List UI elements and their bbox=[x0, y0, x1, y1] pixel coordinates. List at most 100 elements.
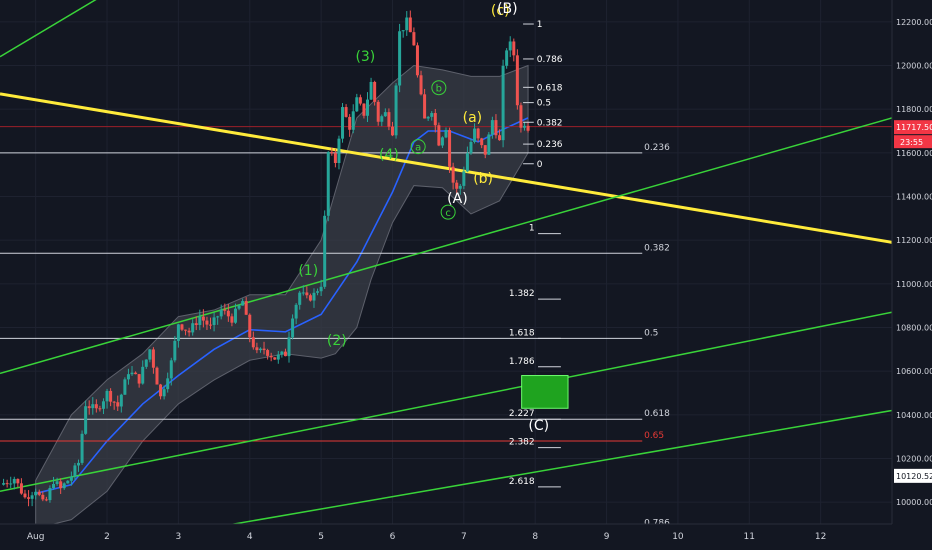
price-tick-label: 10000.00 bbox=[896, 498, 932, 507]
candle-body bbox=[144, 359, 148, 367]
candle-body bbox=[483, 145, 487, 155]
price-tick-label: 10800.00 bbox=[896, 324, 932, 333]
candle-body bbox=[298, 292, 302, 305]
price-tick-label: 11800.00 bbox=[896, 105, 932, 114]
secondary-price-label: 10120.52 bbox=[896, 472, 932, 481]
price-chart[interactable]: 0.2360.3820.50.6180.650.786 10.7860.6180… bbox=[0, 0, 932, 550]
time-tick-label: 5 bbox=[318, 532, 324, 542]
candle-body bbox=[301, 292, 305, 294]
candle-body bbox=[326, 152, 330, 216]
candle-body bbox=[305, 292, 309, 296]
wave-label: (2) bbox=[327, 333, 347, 349]
candle-body bbox=[12, 478, 16, 484]
candle-body bbox=[433, 113, 437, 126]
target-zone-rect[interactable] bbox=[521, 375, 569, 409]
fib-label: 0.382 bbox=[537, 118, 563, 128]
candle-body bbox=[316, 291, 320, 293]
candle-body bbox=[505, 50, 509, 66]
price-tick-label: 11400.00 bbox=[896, 193, 932, 202]
candle-body bbox=[419, 75, 423, 95]
candle-body bbox=[151, 349, 155, 368]
countdown-label: 23:55 bbox=[900, 138, 923, 147]
candle-body bbox=[401, 30, 405, 32]
candle-body bbox=[251, 337, 255, 348]
candle-body bbox=[187, 330, 191, 333]
candle-body bbox=[176, 324, 180, 341]
candle-body bbox=[323, 215, 327, 287]
candle-body bbox=[426, 116, 430, 119]
extension-label: 1.382 bbox=[509, 289, 535, 299]
target-zone[interactable] bbox=[521, 375, 569, 409]
time-tick-label: 3 bbox=[176, 532, 182, 542]
candle-body bbox=[273, 357, 277, 360]
candle-body bbox=[109, 390, 113, 402]
level-label: 0.5 bbox=[644, 328, 658, 338]
candle-body bbox=[369, 81, 373, 100]
candle-body bbox=[294, 304, 298, 319]
candle-body bbox=[59, 481, 63, 489]
candle-body bbox=[205, 320, 209, 325]
wave-label: (a) bbox=[463, 110, 483, 126]
candle-body bbox=[55, 481, 59, 485]
fib-label: 0.5 bbox=[537, 99, 551, 109]
candle-body bbox=[341, 107, 345, 139]
candle-body bbox=[105, 390, 109, 402]
candle-body bbox=[462, 171, 466, 186]
candle-body bbox=[223, 309, 227, 311]
candle-body bbox=[248, 314, 252, 338]
price-axis[interactable]: 10000.00 10200.00 10400.00 10600.00 10800.00… bbox=[891, 0, 932, 550]
candle-body bbox=[269, 355, 273, 358]
level-label: 0.65 bbox=[644, 431, 664, 441]
candle-body bbox=[494, 120, 498, 136]
time-tick-label: 4 bbox=[247, 532, 253, 542]
candle-body bbox=[487, 134, 491, 155]
candle-body bbox=[448, 130, 452, 167]
fib-label: 0 bbox=[537, 160, 543, 170]
candle-body bbox=[522, 125, 526, 128]
trendline bbox=[0, 0, 97, 58]
price-tick-label: 11600.00 bbox=[896, 149, 932, 158]
fib-label: 0.236 bbox=[537, 140, 563, 150]
candle-body bbox=[41, 494, 45, 500]
candle-body bbox=[216, 316, 220, 318]
fib-label: 1 bbox=[537, 20, 543, 30]
wave-label: c bbox=[445, 208, 451, 219]
candle-body bbox=[358, 97, 362, 104]
fib-label: 0.786 bbox=[537, 55, 563, 65]
candle-body bbox=[84, 406, 88, 434]
time-tick-label: 2 bbox=[104, 532, 110, 542]
time-tick-label: 10 bbox=[672, 532, 684, 542]
candle-body bbox=[184, 329, 188, 331]
extension-label: 1.618 bbox=[509, 328, 535, 338]
wave-label: a bbox=[415, 143, 421, 154]
candle-body bbox=[412, 32, 416, 46]
candle-body bbox=[380, 116, 384, 122]
candle-body bbox=[283, 351, 287, 357]
price-axis-bg bbox=[892, 0, 932, 550]
candle-body bbox=[512, 41, 516, 56]
wave-label: (B) bbox=[497, 1, 518, 17]
level-label: 0.382 bbox=[644, 243, 670, 253]
candle-body bbox=[515, 55, 519, 106]
candle-body bbox=[116, 402, 120, 407]
candle-body bbox=[465, 153, 469, 172]
candle-body bbox=[287, 337, 291, 357]
candle-body bbox=[437, 125, 441, 146]
candle-body bbox=[362, 103, 366, 116]
current-price-label: 11717.50 bbox=[896, 123, 932, 132]
candle-body bbox=[148, 349, 152, 360]
candle-body bbox=[408, 17, 412, 33]
candle-body bbox=[373, 81, 377, 102]
price-tick-label: 12000.00 bbox=[896, 62, 932, 71]
candle-body bbox=[508, 41, 512, 51]
candle-body bbox=[19, 483, 23, 494]
candle-body bbox=[423, 94, 427, 119]
candle-body bbox=[469, 141, 473, 154]
candle-body bbox=[119, 394, 123, 407]
candle-body bbox=[458, 185, 462, 189]
candle-body bbox=[444, 130, 448, 138]
time-axis[interactable]: Aug 2 3 4 5 6 7 8 9 10 11 12 bbox=[0, 523, 932, 550]
candle-body bbox=[333, 153, 337, 164]
price-tick-label: 11200.00 bbox=[896, 236, 932, 245]
candle-body bbox=[73, 465, 77, 477]
